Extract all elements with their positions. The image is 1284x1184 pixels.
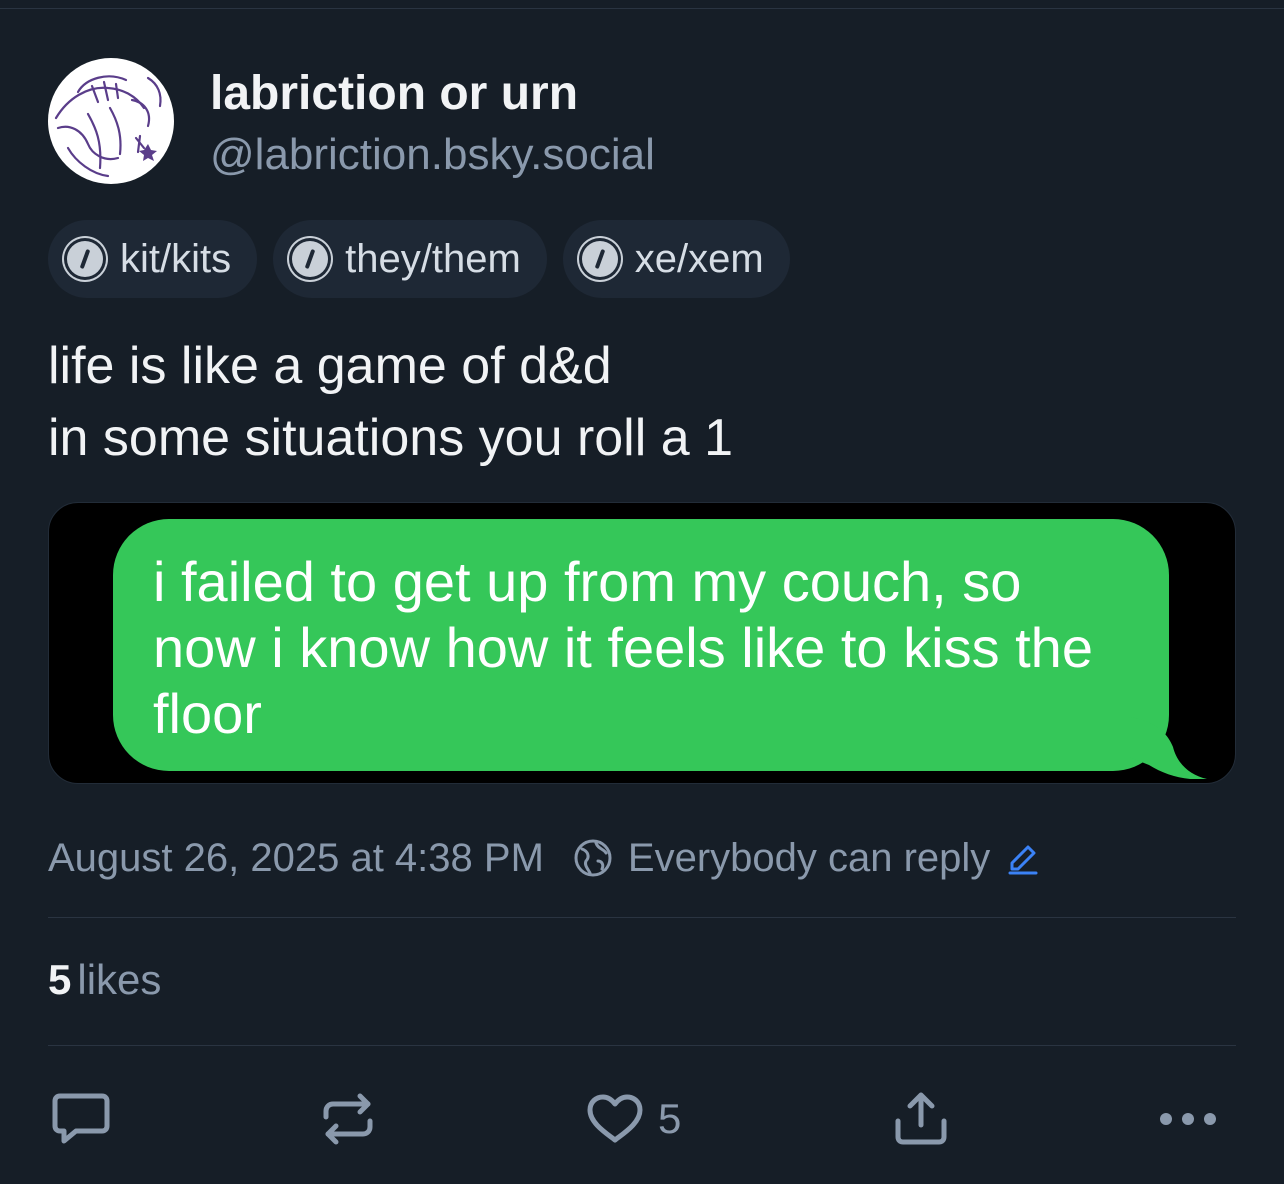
- reply-setting: Everybody can reply: [627, 835, 991, 880]
- globe-icon: [574, 839, 612, 877]
- pronoun-pill[interactable]: kit/kits: [48, 220, 258, 298]
- like-button[interactable]: 5: [586, 1090, 681, 1148]
- pronoun-slash-icon: [64, 238, 106, 280]
- bubble-tail-icon: [1129, 717, 1207, 779]
- avatar[interactable]: [48, 58, 174, 184]
- bubble-text-line: now i know how it feels like to kiss the: [153, 616, 1093, 679]
- pronoun-slash-icon: [289, 238, 332, 280]
- pencil-icon[interactable]: [1006, 841, 1040, 875]
- post-meta: August 26, 2025 at 4:38 PM Everybody can…: [48, 832, 1040, 884]
- post-header: labriction or urn @labriction.bsky.socia…: [48, 58, 1236, 184]
- post-text-line: life is like a game of d&d: [48, 337, 612, 395]
- pronoun-label: kit/kits: [120, 236, 232, 281]
- more-options-button[interactable]: [1158, 1090, 1218, 1148]
- pronoun-label: they/them: [345, 236, 521, 281]
- pronoun-label: xe/xem: [634, 236, 764, 281]
- pronoun-pill[interactable]: they/them: [273, 220, 547, 298]
- likes-summary[interactable]: 5 likes: [48, 956, 161, 1004]
- likes-count: 5: [48, 956, 72, 1003]
- post-timestamp: August 26, 2025 at 4:38 PM: [48, 835, 544, 880]
- repost-button[interactable]: [320, 1090, 376, 1148]
- pronoun-slash-icon: [578, 238, 621, 280]
- repost-icon: [323, 1093, 373, 1145]
- like-count: 5: [658, 1095, 682, 1142]
- author-display-name[interactable]: labriction or urn: [210, 66, 578, 121]
- embedded-image[interactable]: i failed to get up from my couch, so now…: [48, 502, 1236, 784]
- divider: [48, 1045, 1236, 1046]
- bubble-text-line: i failed to get up from my couch, so: [153, 550, 1022, 613]
- heart-icon: [587, 1094, 643, 1143]
- post-text-line: in some situations you roll a 1: [48, 409, 734, 467]
- share-icon: [895, 1092, 947, 1145]
- reply-icon: [52, 1093, 110, 1144]
- top-divider: [0, 8, 1284, 9]
- avatar-sketch-icon: [54, 75, 162, 178]
- post-body: life is like a game of d&d in some situa…: [48, 330, 1236, 474]
- likes-label: likes: [77, 956, 162, 1003]
- reply-button[interactable]: [52, 1090, 110, 1148]
- author-handle[interactable]: @labriction.bsky.social: [210, 130, 655, 180]
- pronoun-pill[interactable]: xe/xem: [562, 220, 790, 298]
- divider: [48, 917, 1236, 918]
- bubble-text-line: floor: [153, 682, 262, 745]
- more-icon: [1160, 1113, 1216, 1125]
- message-bubble-text: i failed to get up from my couch, so now…: [153, 549, 1153, 747]
- pronoun-tags: kit/kits they/them xe/xem: [48, 220, 790, 298]
- share-button[interactable]: [894, 1090, 948, 1148]
- message-bubble: i failed to get up from my couch, so now…: [113, 519, 1169, 771]
